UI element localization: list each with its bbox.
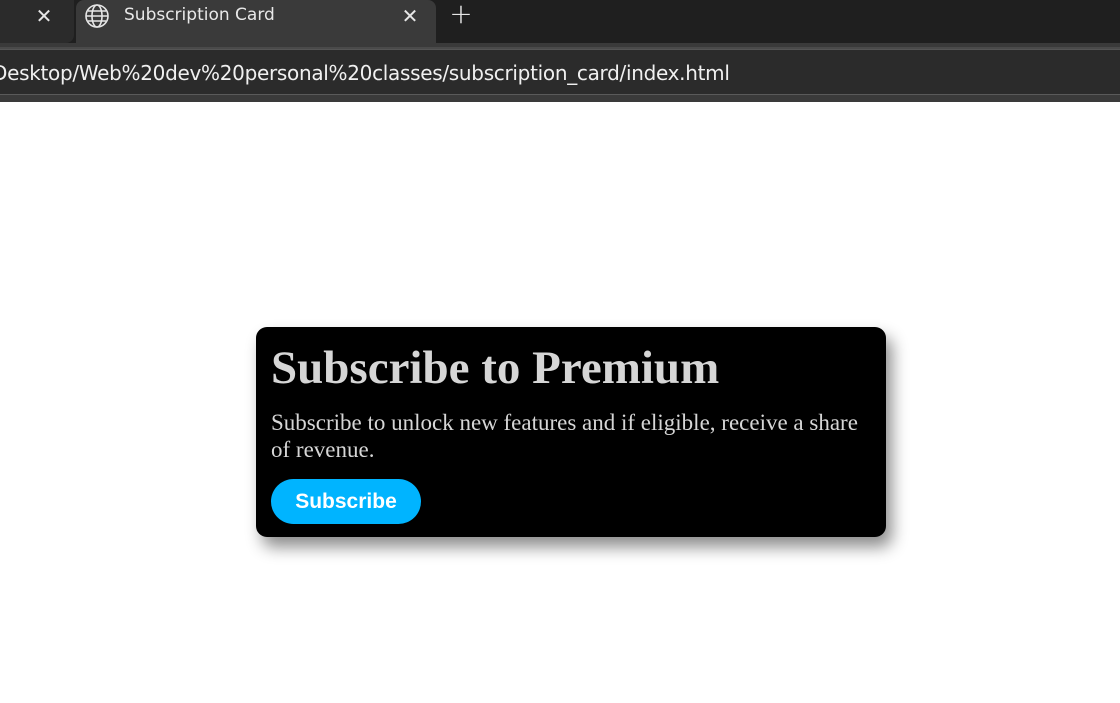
subscription-card: Subscribe to Premium Subscribe to unlock… [256,327,886,537]
tab-title: Subscription Card [124,5,275,25]
close-icon[interactable]: ✕ [400,6,420,26]
previous-tab[interactable]: ✕ [0,0,74,43]
card-heading: Subscribe to Premium [271,342,720,394]
address-bar[interactable]: Desktop/Web%20dev%20personal%20classes/s… [0,49,1120,95]
active-tab[interactable]: Subscription Card ✕ [76,0,436,43]
globe-icon [85,4,109,28]
url-text[interactable]: Desktop/Web%20dev%20personal%20classes/s… [0,60,730,86]
card-description: Subscribe to unlock new features and if … [271,410,858,462]
address-toolbar: Desktop/Web%20dev%20personal%20classes/s… [0,43,1120,102]
tab-strip: ✕ Subscription Card ✕ + [0,0,1120,43]
divider [0,98,1120,102]
new-tab-button[interactable]: + [448,0,474,28]
subscribe-button[interactable]: Subscribe [271,479,421,524]
close-icon[interactable]: ✕ [34,6,54,26]
